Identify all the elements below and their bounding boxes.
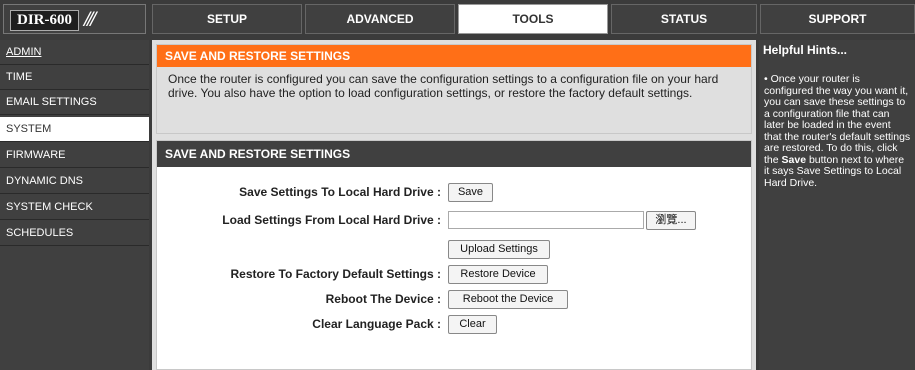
tab-setup[interactable]: SETUP [152,4,302,34]
clear-language-label: Clear Language Pack : [312,317,441,331]
logo-slashes: /// [84,6,96,31]
load-settings-label: Load Settings From Local Hard Drive : [222,213,441,227]
hints-text-start: • Once your router is configured the way… [764,73,911,166]
browse-button[interactable]: 瀏覽... [646,211,696,230]
settings-file-input[interactable] [448,211,644,229]
router-admin-page: DIR-600 /// SETUP ADVANCED TOOLS STATUS … [0,0,915,370]
save-button[interactable]: Save [448,183,493,202]
tab-support[interactable]: SUPPORT [760,4,915,34]
tab-advanced[interactable]: ADVANCED [305,4,455,34]
save-restore-panel: SAVE AND RESTORE SETTINGS Save Settings … [156,140,752,370]
intro-panel: SAVE AND RESTORE SETTINGS Once the route… [156,44,752,134]
sidebar-item-label: ADMIN [6,46,42,58]
hints-title: Helpful Hints... [763,43,847,57]
panel-title: SAVE AND RESTORE SETTINGS [157,141,751,167]
intro-title: SAVE AND RESTORE SETTINGS [157,45,751,67]
brand-logo: DIR-600 /// [3,4,146,34]
sidebar-item-dynamic-dns[interactable]: DYNAMIC DNS [0,169,149,194]
clear-button[interactable]: Clear [448,315,497,334]
sidebar-item-email-settings[interactable]: EMAIL SETTINGS [0,90,149,115]
top-navigation: DIR-600 /// SETUP ADVANCED TOOLS STATUS … [0,0,915,37]
sidebar-item-admin[interactable]: ADMIN [0,40,149,65]
sidebar: ADMIN TIME EMAIL SETTINGS SYSTEM FIRMWAR… [0,40,149,370]
upload-settings-button[interactable]: Upload Settings [448,240,550,259]
tab-status[interactable]: STATUS [611,4,757,34]
save-settings-label: Save Settings To Local Hard Drive : [239,185,441,199]
sidebar-item-time[interactable]: TIME [0,65,149,90]
hints-text: • Once your router is configured the way… [759,57,915,189]
sidebar-item-system[interactable]: SYSTEM [0,117,149,142]
restore-label: Restore To Factory Default Settings : [230,267,441,281]
main-content: SAVE AND RESTORE SETTINGS Once the route… [152,40,756,370]
intro-text: Once the router is configured you can sa… [168,72,719,100]
tab-tools[interactable]: TOOLS [458,4,608,34]
sidebar-item-schedules[interactable]: SCHEDULES [0,221,149,246]
reboot-label: Reboot The Device : [325,292,441,306]
sidebar-item-system-check[interactable]: SYSTEM CHECK [0,195,149,220]
model-name: DIR-600 [10,10,79,31]
restore-device-button[interactable]: Restore Device [448,265,548,284]
helpful-hints-panel: Helpful Hints... • Once your router is c… [759,40,915,370]
sidebar-item-firmware[interactable]: FIRMWARE [0,143,149,168]
reboot-device-button[interactable]: Reboot the Device [448,290,568,309]
hints-save-keyword: Save [781,153,807,166]
